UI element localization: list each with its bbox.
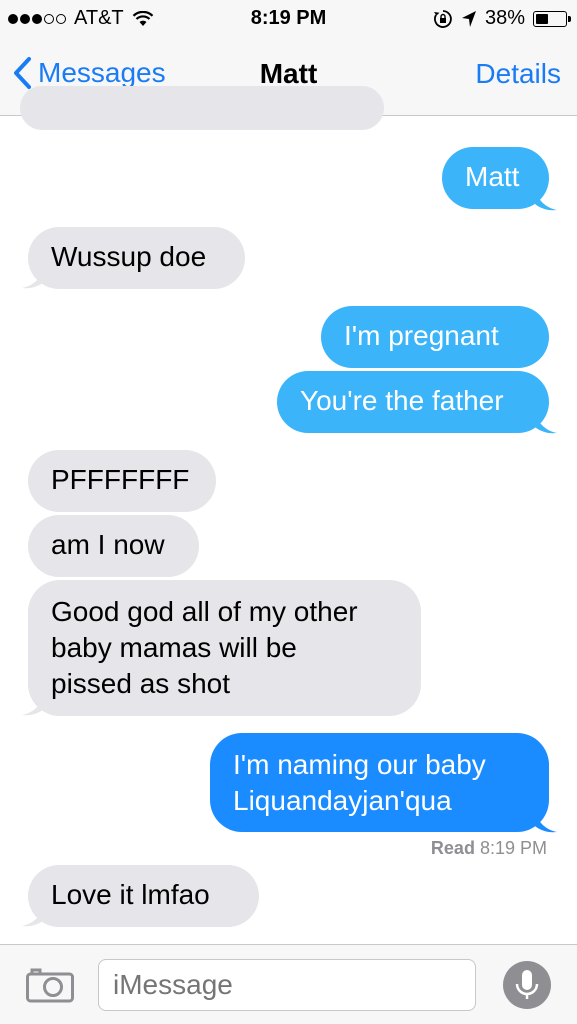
imessage-input[interactable] — [98, 959, 476, 1011]
message-bubble[interactable]: You're the father — [277, 371, 549, 433]
microphone-button[interactable] — [503, 961, 551, 1009]
compose-bar — [0, 944, 577, 1024]
message-line: baby mamas will be — [51, 632, 297, 663]
status-bar: AT&T 8:19 PM 38% — [0, 0, 577, 38]
message-line: pissed as shot — [51, 668, 230, 699]
message-line: Good god all of my other — [51, 596, 358, 627]
camera-icon[interactable] — [26, 967, 74, 1003]
message-bubble[interactable]: Matt — [442, 147, 549, 209]
message-text: I'm pregnant — [344, 320, 499, 351]
bubble-tail — [535, 190, 557, 211]
location-icon — [461, 10, 476, 27]
microphone-icon — [515, 970, 539, 999]
details-button[interactable]: Details — [475, 58, 561, 90]
battery-percent: 38% — [484, 7, 525, 29]
message-text: am I now — [51, 529, 165, 560]
bubble-tail — [535, 413, 557, 434]
message-line: I'm naming our baby — [233, 749, 486, 780]
message-text: Love it lmfao — [51, 879, 210, 910]
message-line: Liquandayjan'qua — [233, 785, 452, 816]
message-text: Matt — [465, 161, 520, 192]
message-bubble[interactable]: Wussup doe — [28, 227, 245, 289]
message-bubble[interactable]: I'm pregnant — [321, 306, 549, 368]
read-receipt: Read 8:19 PM — [431, 838, 547, 859]
status-right: 38% — [433, 7, 571, 30]
message-text: Wussup doe — [51, 241, 207, 272]
read-time: 8:19 PM — [479, 838, 547, 858]
message-bubble[interactable]: Love it lmfao — [28, 865, 259, 927]
message-text: PFFFFFFF — [51, 464, 190, 495]
rotation-lock-icon — [433, 9, 452, 28]
battery-icon — [533, 10, 571, 27]
bubble-tail — [22, 906, 44, 927]
bubble-tail — [22, 695, 44, 716]
partial-message-bubble — [20, 86, 384, 130]
message-bubble[interactable]: am I now — [28, 515, 199, 577]
message-bubble[interactable]: Good god all of my other baby mamas will… — [28, 580, 421, 716]
bubble-tail — [535, 812, 557, 833]
message-bubble[interactable]: I'm naming our baby Liquandayjan'qua — [210, 733, 549, 832]
bubble-tail — [22, 268, 44, 289]
message-bubble[interactable]: PFFFFFFF — [28, 450, 216, 512]
message-text: You're the father — [300, 385, 504, 416]
read-label: Read — [430, 838, 475, 858]
